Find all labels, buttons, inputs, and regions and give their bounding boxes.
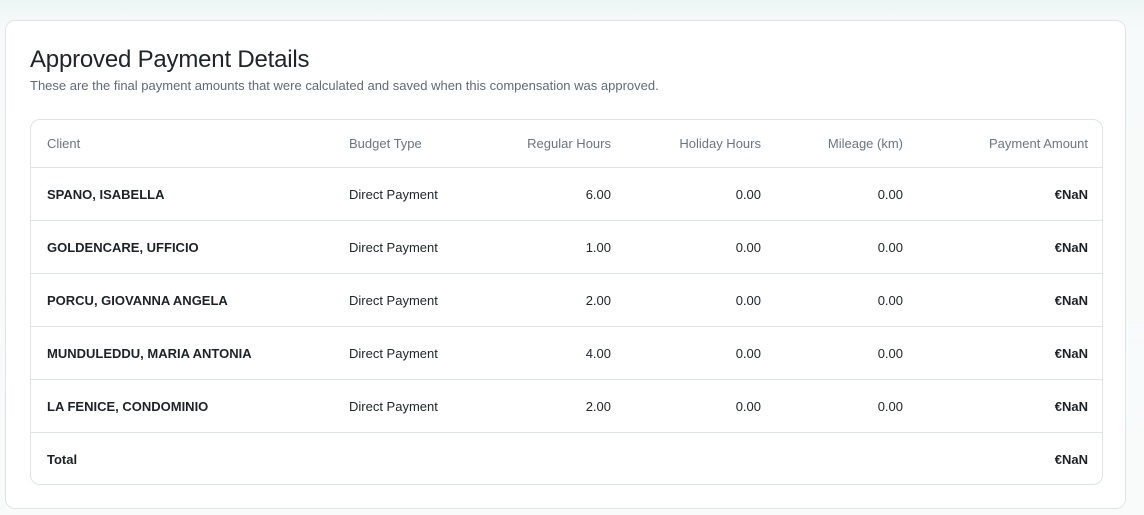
cell-mileage: 0.00 <box>777 379 919 433</box>
cell-mileage: 0.00 <box>777 273 919 327</box>
payment-table: Client Budget Type Regular Hours Holiday… <box>31 120 1102 485</box>
total-empty-cell <box>777 433 919 485</box>
header-budget-type: Budget Type <box>333 120 483 168</box>
cell-payment-amount: €NaN <box>919 379 1102 433</box>
cell-budget-type: Direct Payment <box>333 379 483 433</box>
table-row: SPANO, ISABELLA Direct Payment 6.00 0.00… <box>31 167 1102 221</box>
cell-regular-hours: 2.00 <box>483 379 627 433</box>
header-regular-hours: Regular Hours <box>483 120 627 168</box>
header-holiday-hours: Holiday Hours <box>627 120 777 168</box>
cell-budget-type: Direct Payment <box>333 326 483 380</box>
cell-client: GOLDENCARE, UFFICIO <box>31 220 333 274</box>
table-row: GOLDENCARE, UFFICIO Direct Payment 1.00 … <box>31 220 1102 274</box>
cell-client: SPANO, ISABELLA <box>31 167 333 221</box>
total-empty-cell <box>483 433 627 485</box>
cell-client: PORCU, GIOVANNA ANGELA <box>31 273 333 327</box>
header-client: Client <box>31 120 333 168</box>
cell-regular-hours: 6.00 <box>483 167 627 221</box>
payment-table-container: Client Budget Type Regular Hours Holiday… <box>30 119 1103 485</box>
total-payment-amount: €NaN <box>1054 451 1088 467</box>
cell-regular-hours: 2.00 <box>483 273 627 327</box>
total-label: Total <box>47 451 78 467</box>
cell-mileage: 0.00 <box>777 220 919 274</box>
total-empty-cell <box>627 433 777 485</box>
table-header-row: Client Budget Type Regular Hours Holiday… <box>31 120 1102 168</box>
total-row: Total €NaN <box>31 433 1102 485</box>
section-subtitle: These are the final payment amounts that… <box>30 78 659 93</box>
cell-payment-amount: €NaN <box>919 220 1102 274</box>
cell-holiday-hours: 0.00 <box>627 220 777 274</box>
cell-mileage: 0.00 <box>777 326 919 380</box>
cell-payment-amount: €NaN <box>919 273 1102 327</box>
cell-payment-amount: €NaN <box>919 167 1102 221</box>
table-row: MUNDULEDDU, MARIA ANTONIA Direct Payment… <box>31 326 1102 380</box>
cell-mileage: 0.00 <box>777 167 919 221</box>
cell-regular-hours: 4.00 <box>483 326 627 380</box>
cell-client: LA FENICE, CONDOMINIO <box>31 379 333 433</box>
cell-regular-hours: 1.00 <box>483 220 627 274</box>
header-mileage: Mileage (km) <box>777 120 919 168</box>
section-title: Approved Payment Details <box>30 46 310 73</box>
total-empty-cell <box>333 433 483 485</box>
cell-budget-type: Direct Payment <box>333 220 483 274</box>
cell-payment-amount: €NaN <box>919 326 1102 380</box>
cell-holiday-hours: 0.00 <box>627 273 777 327</box>
cell-holiday-hours: 0.00 <box>627 167 777 221</box>
approved-payment-card: Approved Payment Details These are the f… <box>5 20 1126 509</box>
header-payment-amount: Payment Amount <box>919 120 1102 168</box>
table-row: LA FENICE, CONDOMINIO Direct Payment 2.0… <box>31 379 1102 433</box>
cell-client: MUNDULEDDU, MARIA ANTONIA <box>31 326 333 380</box>
cell-holiday-hours: 0.00 <box>627 326 777 380</box>
table-row: PORCU, GIOVANNA ANGELA Direct Payment 2.… <box>31 273 1102 327</box>
cell-holiday-hours: 0.00 <box>627 379 777 433</box>
cell-budget-type: Direct Payment <box>333 167 483 221</box>
cell-budget-type: Direct Payment <box>333 273 483 327</box>
